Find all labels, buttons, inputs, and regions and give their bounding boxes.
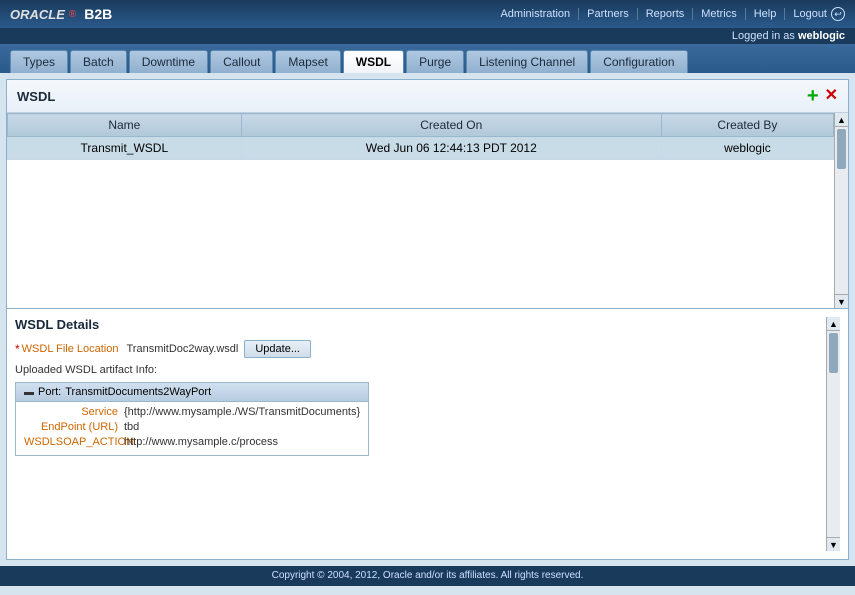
tabs-bar: Types Batch Downtime Callout Mapset WSDL… [0,44,855,73]
logged-in-bar: Logged in as weblogic [0,28,855,44]
details-scroll-thumb[interactable] [829,333,838,373]
panel-actions: + ✕ [807,86,838,106]
tab-purge[interactable]: Purge [406,50,464,73]
artifact-label: Uploaded WSDL artifact Info: [15,364,826,376]
soap-action-value: http://www.mysample.c/process [124,436,278,448]
wsdl-file-row: * WSDL File Location TransmitDoc2way.wsd… [15,340,826,358]
nav-administration[interactable]: Administration [492,8,579,20]
collapse-icon[interactable]: ▬ [24,387,34,398]
port-label: Port: [38,386,61,398]
tab-configuration[interactable]: Configuration [590,50,687,73]
soap-action-label: WSDLSOAP_ACTION [24,436,124,448]
col-created-on: Created On [241,114,661,137]
tab-types[interactable]: Types [10,50,68,73]
required-star: * [15,342,20,356]
nav-help[interactable]: Help [746,8,786,20]
nav-metrics[interactable]: Metrics [693,8,745,20]
service-value: {http://www.mysample./WS/TransmitDocumen… [124,406,360,418]
nav-partners[interactable]: Partners [579,8,638,20]
endpoint-value: tbd [124,421,139,433]
port-header: ▬ Port: TransmitDocuments2WayPort [16,383,368,402]
main-content: WSDL + ✕ Name Created On Created By [0,73,855,566]
cell-created-on: Wed Jun 06 12:44:13 PDT 2012 [241,137,661,160]
panel-header: WSDL + ✕ [7,80,848,113]
details-scrollbar[interactable]: ▲ ▼ [826,317,840,551]
details-content: WSDL Details * WSDL File Location Transm… [15,317,826,551]
endpoint-label: EndPoint (URL) [24,421,124,433]
header-nav: Administration Partners Reports Metrics … [492,7,845,21]
scroll-track[interactable] [835,127,848,294]
tab-wsdl[interactable]: WSDL [343,50,404,73]
port-name: TransmitDocuments2WayPort [65,386,211,398]
port-content: Service {http://www.mysample./WS/Transmi… [16,402,368,455]
add-button[interactable]: + [807,86,819,106]
wsdl-table: Name Created On Created By Transmit_WSDL… [7,113,834,160]
logout-label: Logout [793,8,827,20]
service-label: Service [24,406,124,418]
port-row-endpoint: EndPoint (URL) tbd [24,421,360,433]
tab-callout[interactable]: Callout [210,50,273,73]
tab-downtime[interactable]: Downtime [129,50,208,73]
wsdl-file-label: WSDL File Location [22,343,119,355]
logo: ORACLE ® B2B [10,6,112,22]
logged-in-text: Logged in as [732,30,798,42]
col-name: Name [8,114,242,137]
tab-batch[interactable]: Batch [70,50,127,73]
update-button[interactable]: Update... [244,340,311,358]
nav-logout[interactable]: Logout ↩ [785,7,845,21]
cell-created-by: weblogic [661,137,833,160]
scroll-thumb[interactable] [837,129,846,169]
details-panel: WSDL Details * WSDL File Location Transm… [6,309,849,560]
wsdl-panel: WSDL + ✕ Name Created On Created By [6,79,849,309]
tab-listening-channel[interactable]: Listening Channel [466,50,588,73]
details-scroll-down[interactable]: ▼ [827,537,840,551]
details-scroll-up[interactable]: ▲ [827,317,840,331]
port-box: ▬ Port: TransmitDocuments2WayPort Servic… [15,382,369,456]
details-title: WSDL Details [15,317,826,332]
oracle-logo-text: ORACLE [10,7,65,22]
port-row-soap-action: WSDLSOAP_ACTION http://www.mysample.c/pr… [24,436,360,448]
col-created-by: Created By [661,114,833,137]
details-scroll-track[interactable] [827,331,840,537]
tab-mapset[interactable]: Mapset [275,50,340,73]
footer: Copyright © 2004, 2012, Oracle and/or it… [0,566,855,586]
panel-title: WSDL [17,89,55,104]
table-area: Name Created On Created By Transmit_WSDL… [7,113,848,308]
logout-icon: ↩ [831,7,845,21]
wsdl-file-value: TransmitDoc2way.wsdl [126,343,238,355]
b2b-logo-text: B2B [84,6,112,22]
scroll-down[interactable]: ▼ [835,294,848,308]
cell-name: Transmit_WSDL [8,137,242,160]
scroll-up[interactable]: ▲ [835,113,848,127]
logo-registered: ® [69,9,76,20]
table-row[interactable]: Transmit_WSDL Wed Jun 06 12:44:13 PDT 20… [8,137,834,160]
username: weblogic [798,30,845,42]
table-container: Name Created On Created By Transmit_WSDL… [7,113,834,308]
header: ORACLE ® B2B Administration Partners Rep… [0,0,855,28]
scrollbar[interactable]: ▲ ▼ [834,113,848,308]
nav-reports[interactable]: Reports [638,8,694,20]
delete-button[interactable]: ✕ [825,86,838,106]
port-row-service: Service {http://www.mysample./WS/Transmi… [24,406,360,418]
